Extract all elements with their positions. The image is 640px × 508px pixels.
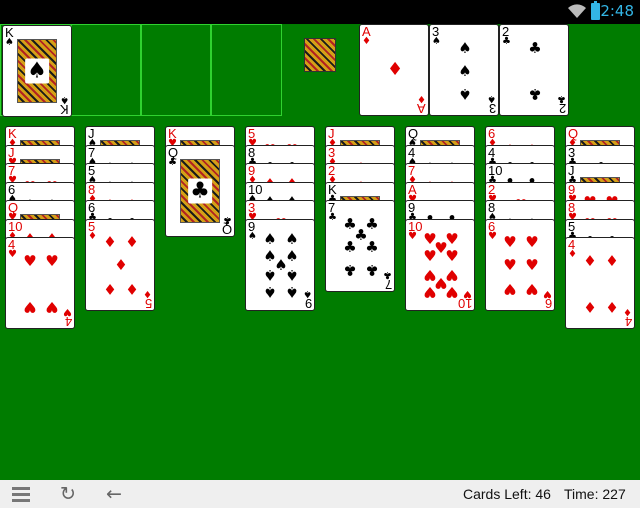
card-pip-icon: ♦ [605,298,619,317]
card-pip-icon: ♠ [458,85,472,104]
card-pip-icon: ♥ [23,251,37,270]
battery-icon [591,1,600,20]
card-pip-icon: ♣ [343,261,357,280]
card-suit-icon: ♦ [88,230,97,242]
undo-back-icon[interactable]: ← [104,484,124,504]
card-suit-icon: ♣ [328,212,337,223]
card-suit-icon: ♥ [488,230,497,242]
card-suit-icon: ♠ [487,93,496,104]
card-suit-icon: ♦ [568,249,577,260]
wifi-icon [568,4,586,18]
card-pip-icon: ♦ [125,233,139,252]
card-pip-icon: ♥ [423,246,437,265]
foundation-card[interactable]: 3 ♠ 3 ♠ ♠ ♠ ♠ [429,24,499,116]
card-suit-icon: ♠ [248,230,257,242]
card-suit-icon: ♣ [223,213,232,225]
tableau-card[interactable]: 5 ♦ 5 ♦ ♦ ♦ ♦ ♦ ♦ [85,218,155,311]
card-suit-icon: ♠ [25,58,49,84]
tableau-card[interactable]: 9 ♠ 9 ♠ ♠ ♠ ♠ ♠ ♠ ♠ ♠ ♠ ♠ [245,218,315,311]
card-pip-icon: ♠ [285,282,299,301]
card-pip-icon: ♦ [387,59,404,80]
card-pip-icon: ♦ [103,279,117,298]
tableau-card[interactable]: Q ♣ Q ♣ ♣ [165,144,235,237]
card-suit-icon: ♠ [303,287,312,299]
free-cell-3[interactable] [140,24,212,116]
card-pip-icon: ♦ [583,298,597,317]
card-pip-icon: ♥ [45,298,59,317]
card-pip-icon: ♥ [423,282,437,301]
card-pip-icon: ♥ [525,279,539,298]
card-pip-icon: ♥ [525,233,539,252]
free-cell-4[interactable] [210,24,282,116]
card-suit-icon: ♥ [8,249,17,260]
restart-icon[interactable]: ↻ [58,484,78,504]
tableau-card[interactable]: 4 ♥ 4 ♥ ♥ ♥ ♥ ♥ [5,237,75,329]
bottom-toolbar: ↻ ← Cards Left: 46 Time: 227 [0,480,640,508]
card-pip-icon: ♠ [263,282,277,301]
card-pip-icon: ♥ [503,256,517,274]
court-face-art: ♣ [180,158,220,223]
card-pip-icon: ♥ [503,233,517,252]
card-suit-icon: ♠ [432,36,441,47]
card-suit-icon: ♠ [5,37,14,48]
card-suit-icon: ♥ [408,230,417,242]
court-face-art: ♠ [17,39,57,103]
card-pip-icon: ♥ [445,282,459,301]
card-pip-icon: ♠ [263,230,277,249]
card-pip-icon: ♦ [103,233,117,252]
card-pip-icon: ♠ [285,266,299,285]
cards-left-counter: Cards Left: 46 [463,486,551,502]
card-suit-icon: ♣ [383,269,392,280]
card-suit-icon: ♦ [623,306,632,317]
card-suit-icon: ♣ [168,156,177,168]
card-suit-icon: ♦ [362,36,371,47]
card-pip-icon: ♠ [458,38,472,57]
card-suit-icon: ♥ [543,287,552,299]
card-pip-icon: ♦ [125,279,139,298]
card-suit-icon: ♥ [63,306,72,317]
card-pip-icon: ♠ [285,230,299,249]
card-suit-icon: ♦ [143,287,152,299]
king-status-icon [304,38,336,72]
card-pip-icon: ♣ [528,85,542,104]
card-pip-icon: ♦ [605,251,619,270]
card-pip-icon: ♣ [528,38,542,57]
free-cell-card[interactable]: K ♠ K ♠ ♠ [2,25,72,117]
card-suit-icon: ♦ [417,93,426,104]
card-suit-icon: ♣ [502,36,511,47]
free-cell-2[interactable] [70,24,142,116]
card-pip-icon: ♦ [114,256,128,274]
card-suit-icon: ♣ [188,178,212,203]
card-pip-icon: ♠ [263,266,277,285]
card-suit-icon: ♥ [463,287,472,299]
card-pip-icon: ♥ [23,298,37,317]
card-pip-icon: ♠ [458,61,472,80]
status-time: 2:48 [600,2,634,20]
card-pip-icon: ♣ [343,237,357,256]
menu-icon[interactable] [12,484,32,504]
card-pip-icon: ♣ [365,261,379,280]
card-suit-icon: ♣ [557,93,566,104]
card-pip-icon: ♥ [503,279,517,298]
tableau-card[interactable]: 10 ♥ 10 ♥ ♥ ♥ ♥ ♥ ♥ ♥ ♥ ♥ ♥ ♥ [405,218,475,311]
foundation-card[interactable]: A ♦ A ♦ ♦ [359,24,429,116]
card-suit-icon: ♠ [60,94,69,105]
card-pip-icon: ♥ [525,256,539,274]
game-timer: Time: 227 [564,486,626,502]
card-pip-icon: ♥ [445,246,459,265]
tableau-card[interactable]: 4 ♦ 4 ♦ ♦ ♦ ♦ ♦ [565,237,635,329]
card-pip-icon: ♥ [45,251,59,270]
card-pip-icon: ♦ [583,251,597,270]
card-pip-icon: ♣ [365,237,379,256]
status-bar: 2:48 [0,0,640,24]
tableau-card[interactable]: 6 ♥ 6 ♥ ♥ ♥ ♥ ♥ ♥ ♥ [485,218,555,311]
foundation-card[interactable]: 2 ♣ 2 ♣ ♣ ♣ [499,24,569,116]
tableau-card[interactable]: 7 ♣ 7 ♣ ♣ ♣ ♣ ♣ ♣ ♣ ♣ [325,200,395,292]
